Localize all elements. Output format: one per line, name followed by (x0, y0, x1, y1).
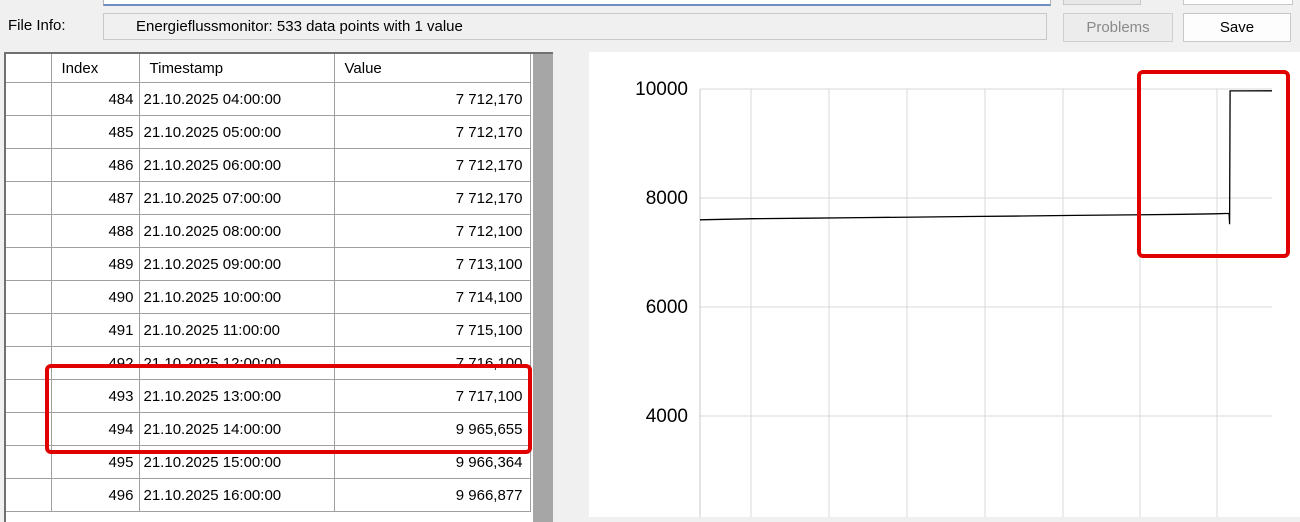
y-tick-label: 4000 (646, 406, 688, 427)
row-header-cell[interactable] (6, 82, 52, 116)
file-info-field: Energieflussmonitor: 533 data points wit… (103, 13, 1047, 40)
row-header-corner (6, 54, 52, 83)
table-row[interactable]: 490 21.10.2025 10:00:00 7 714,100 (6, 280, 531, 314)
timestamp-cell[interactable]: 21.10.2025 13:00:00 (139, 379, 335, 413)
timestamp-cell[interactable]: 21.10.2025 15:00:00 (139, 445, 335, 479)
timestamp-cell[interactable]: 21.10.2025 04:00:00 (139, 82, 335, 116)
table-row[interactable]: 488 21.10.2025 08:00:00 7 712,100 (6, 214, 531, 248)
index-cell[interactable]: 490 (51, 280, 140, 314)
index-cell[interactable]: 488 (51, 214, 140, 248)
row-header-cell[interactable] (6, 478, 52, 512)
row-header-cell[interactable] (6, 247, 52, 281)
index-cell[interactable]: 487 (51, 181, 140, 215)
column-header-timestamp[interactable]: Timestamp (139, 54, 335, 83)
timestamp-cell[interactable]: 21.10.2025 05:00:00 (139, 115, 335, 149)
index-cell[interactable]: 484 (51, 82, 140, 116)
timestamp-cell[interactable]: 21.10.2025 16:00:00 (139, 478, 335, 512)
file-info-label: File Info: (8, 17, 66, 34)
table-row[interactable]: 491 21.10.2025 11:00:00 7 715,100 (6, 313, 531, 347)
row-header-cell[interactable] (6, 148, 52, 182)
table-row[interactable]: 496 21.10.2025 16:00:00 9 966,877 (6, 478, 531, 512)
timestamp-cell[interactable]: 21.10.2025 08:00:00 (139, 214, 335, 248)
table-row[interactable]: 493 21.10.2025 13:00:00 7 717,100 (6, 379, 531, 413)
table-row[interactable]: 484 21.10.2025 04:00:00 7 712,170 (6, 82, 531, 116)
value-cell[interactable]: 9 966,364 (334, 445, 531, 479)
timestamp-cell[interactable]: 21.10.2025 12:00:00 (139, 346, 335, 380)
y-tick-label: 6000 (646, 297, 688, 318)
column-header-value[interactable]: Value (334, 54, 531, 83)
timestamp-cell[interactable]: 21.10.2025 09:00:00 (139, 247, 335, 281)
save-button[interactable]: Save (1183, 13, 1291, 42)
value-cell[interactable]: 7 712,170 (334, 181, 531, 215)
table-row[interactable]: 494 21.10.2025 14:00:00 9 965,655 (6, 412, 531, 446)
row-header-cell[interactable] (6, 445, 52, 479)
series-line (699, 90, 1273, 225)
value-cell[interactable]: 7 714,100 (334, 280, 531, 314)
line-chart: 10000 8000 6000 4000 (635, 79, 1273, 517)
top-strip (0, 0, 1300, 8)
table-row[interactable]: 495 21.10.2025 15:00:00 9 966,364 (6, 445, 531, 479)
path-field[interactable] (103, 0, 1051, 6)
top-button-2[interactable] (1183, 0, 1293, 5)
row-header-cell[interactable] (6, 346, 52, 380)
table-row[interactable]: 485 21.10.2025 05:00:00 7 712,170 (6, 115, 531, 149)
timestamp-cell[interactable]: 21.10.2025 07:00:00 (139, 181, 335, 215)
value-cell[interactable]: 7 717,100 (334, 379, 531, 413)
index-cell[interactable]: 491 (51, 313, 140, 347)
column-header-index[interactable]: Index (51, 54, 140, 83)
table-header-row: Index Timestamp Value (6, 54, 531, 83)
table-row[interactable]: 487 21.10.2025 07:00:00 7 712,170 (6, 181, 531, 215)
problems-button[interactable]: Problems (1063, 13, 1173, 42)
value-cell[interactable]: 7 713,100 (334, 247, 531, 281)
timestamp-cell[interactable]: 21.10.2025 06:00:00 (139, 148, 335, 182)
y-tick-label: 10000 (635, 79, 688, 100)
vertical-scrollbar[interactable] (533, 54, 553, 522)
value-cell[interactable]: 7 712,170 (334, 115, 531, 149)
data-grid[interactable]: Index Timestamp Value 484 21.10.2025 04:0… (4, 52, 553, 522)
index-cell[interactable]: 489 (51, 247, 140, 281)
timestamp-cell[interactable]: 21.10.2025 10:00:00 (139, 280, 335, 314)
data-table: Index Timestamp Value 484 21.10.2025 04:0… (6, 54, 531, 512)
timestamp-cell[interactable]: 21.10.2025 14:00:00 (139, 412, 335, 446)
index-cell[interactable]: 494 (51, 412, 140, 446)
table-body: 484 21.10.2025 04:00:00 7 712,170 485 21.10.… (6, 82, 531, 512)
value-cell[interactable]: 7 712,100 (334, 214, 531, 248)
top-button-1[interactable] (1063, 0, 1141, 5)
index-cell[interactable]: 485 (51, 115, 140, 149)
value-cell[interactable]: 9 966,877 (334, 478, 531, 512)
chart-panel: 10000 8000 6000 4000 (589, 52, 1300, 517)
row-header-cell[interactable] (6, 412, 52, 446)
table-row[interactable]: 492 21.10.2025 12:00:00 7 716,100 (6, 346, 531, 380)
value-cell[interactable]: 7 712,170 (334, 148, 531, 182)
table-row[interactable]: 486 21.10.2025 06:00:00 7 712,170 (6, 148, 531, 182)
value-cell[interactable]: 9 965,655 (334, 412, 531, 446)
index-cell[interactable]: 492 (51, 346, 140, 380)
table-row[interactable]: 489 21.10.2025 09:00:00 7 713,100 (6, 247, 531, 281)
row-header-cell[interactable] (6, 280, 52, 314)
timestamp-cell[interactable]: 21.10.2025 11:00:00 (139, 313, 335, 347)
value-cell[interactable]: 7 712,170 (334, 82, 531, 116)
index-cell[interactable]: 486 (51, 148, 140, 182)
value-cell[interactable]: 7 715,100 (334, 313, 531, 347)
row-header-cell[interactable] (6, 115, 52, 149)
row-header-cell[interactable] (6, 181, 52, 215)
index-cell[interactable]: 493 (51, 379, 140, 413)
splitter[interactable] (553, 52, 589, 522)
row-header-cell[interactable] (6, 214, 52, 248)
row-header-cell[interactable] (6, 313, 52, 347)
value-cell[interactable]: 7 716,100 (334, 346, 531, 380)
index-cell[interactable]: 495 (51, 445, 140, 479)
y-tick-label: 8000 (646, 188, 688, 209)
index-cell[interactable]: 496 (51, 478, 140, 512)
row-header-cell[interactable] (6, 379, 52, 413)
